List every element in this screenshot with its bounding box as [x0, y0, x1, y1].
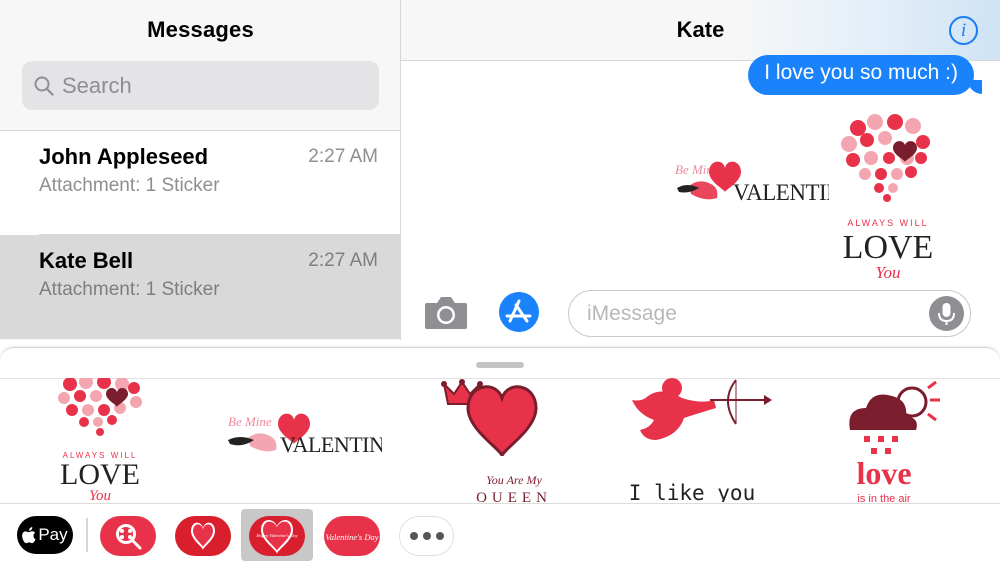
apple-pay-label: Pay — [38, 525, 68, 544]
contact-name: John Appleseed — [39, 144, 209, 169]
conversation-row-kate[interactable]: Kate Bell 2:27 AM Attachment: 1 Sticker — [0, 235, 400, 339]
search-placeholder: Search — [62, 72, 132, 98]
tray-separator — [86, 518, 88, 552]
microphone-icon[interactable] — [929, 296, 964, 331]
chat-header: Kate i — [401, 0, 1000, 61]
sticker-text-you-are-my: You Are My — [486, 473, 542, 487]
dotted-heart-shape — [58, 378, 142, 436]
camera-icon[interactable] — [423, 293, 469, 331]
message-time: 2:27 AM — [308, 250, 378, 271]
chat-pane: Kate i I love you so much :) Be Mine VAL… — [401, 0, 1000, 340]
dot — [409, 532, 418, 540]
search-field[interactable]: Search — [22, 61, 379, 110]
cloud-shape — [849, 394, 917, 430]
rain-hearts — [864, 436, 898, 454]
valentines-day-app-icon[interactable]: Valentine's Day — [324, 516, 380, 556]
sticker-you-are-my-queen[interactable]: You Are My QUEEN — [438, 378, 568, 502]
sticker-text-you: You — [876, 263, 901, 282]
happy-valentines-day-app-text: Happy Valentine's Day — [255, 533, 297, 538]
apple-pay-button[interactable]: Pay — [17, 516, 73, 554]
sticker-text-queen: QUEEN — [476, 490, 552, 502]
bow-shape — [727, 379, 737, 425]
valentines-day-app-text: Valentine's Day — [325, 532, 378, 542]
sticker-text-valentine: VALENTINE — [733, 180, 829, 205]
sent-message-bubble[interactable]: I love you so much :) — [748, 55, 974, 95]
sticker-text-love: LOVE — [843, 229, 934, 266]
cupid-shape — [632, 378, 716, 440]
contact-name: Kate Bell — [39, 248, 134, 273]
heart-shape — [466, 385, 538, 457]
info-icon[interactable]: i — [949, 16, 978, 45]
happy-valentines-day-app-icon[interactable]: Happy Valentine's Day — [249, 516, 305, 556]
sticker-text-be-mine: Be Mine — [228, 414, 272, 429]
more-icon[interactable] — [399, 516, 454, 556]
message-time: 2:27 AM — [308, 146, 378, 167]
sticker-text-love: LOVE — [60, 458, 140, 491]
sticker-drawer: ALWAYS WILL LOVE You Be Mine VALENTINE Y… — [0, 347, 1000, 563]
sticker-cupid-i-like-you[interactable]: I like you — [630, 378, 775, 502]
imessage-input[interactable]: iMessage — [568, 290, 971, 337]
conversation-list-pane: Messages Search John Appleseed 2:27 AM A… — [0, 0, 401, 340]
search-icon — [34, 76, 54, 96]
apple-logo-icon — [22, 526, 36, 543]
dotted-heart-shape — [841, 114, 930, 202]
sticker-text-love: love — [856, 455, 911, 491]
sticker-text-always-will: ALWAYS WILL — [847, 218, 928, 228]
message-preview: Attachment: 1 Sticker — [39, 279, 220, 300]
heart-app-icon[interactable] — [175, 516, 231, 556]
sticker-be-mine-valentine[interactable]: Be Mine VALENTINE — [222, 406, 382, 466]
sticker-love-is-in-the-air[interactable]: love is in the air — [840, 378, 955, 502]
sticker-text-you: You — [89, 488, 111, 502]
imessage-placeholder: iMessage — [587, 302, 677, 325]
dot — [435, 532, 444, 540]
drawer-grabber[interactable] — [476, 362, 524, 368]
app-store-icon[interactable] — [496, 291, 544, 333]
sticker-text-i-like-you: I like you — [630, 481, 755, 502]
dot — [422, 532, 431, 540]
sent-sticker-be-mine-valentine[interactable]: Be Mine VALENTINE — [669, 152, 829, 212]
messages-title: Messages — [147, 17, 254, 42]
search-app-icon[interactable] — [100, 516, 156, 556]
message-preview: Attachment: 1 Sticker — [39, 175, 220, 196]
sticker-always-will-love-you[interactable]: ALWAYS WILL LOVE You — [50, 378, 150, 502]
chat-title: Kate — [676, 17, 725, 42]
sticker-text-is-in-the-air: is in the air — [857, 493, 911, 502]
arrow-head — [764, 395, 772, 405]
bird-shape — [248, 433, 277, 452]
conversation-row-john[interactable]: John Appleseed 2:27 AM Attachment: 1 Sti… — [0, 131, 400, 235]
sent-sticker-always-will-love-you[interactable]: ALWAYS WILL LOVE You — [833, 108, 943, 288]
app-tray: Pay Happy Valentine's Day Valentine's Da… — [0, 503, 1000, 563]
bubble-tail — [968, 80, 982, 94]
sticker-text-valentine: VALENTINE — [280, 432, 382, 457]
